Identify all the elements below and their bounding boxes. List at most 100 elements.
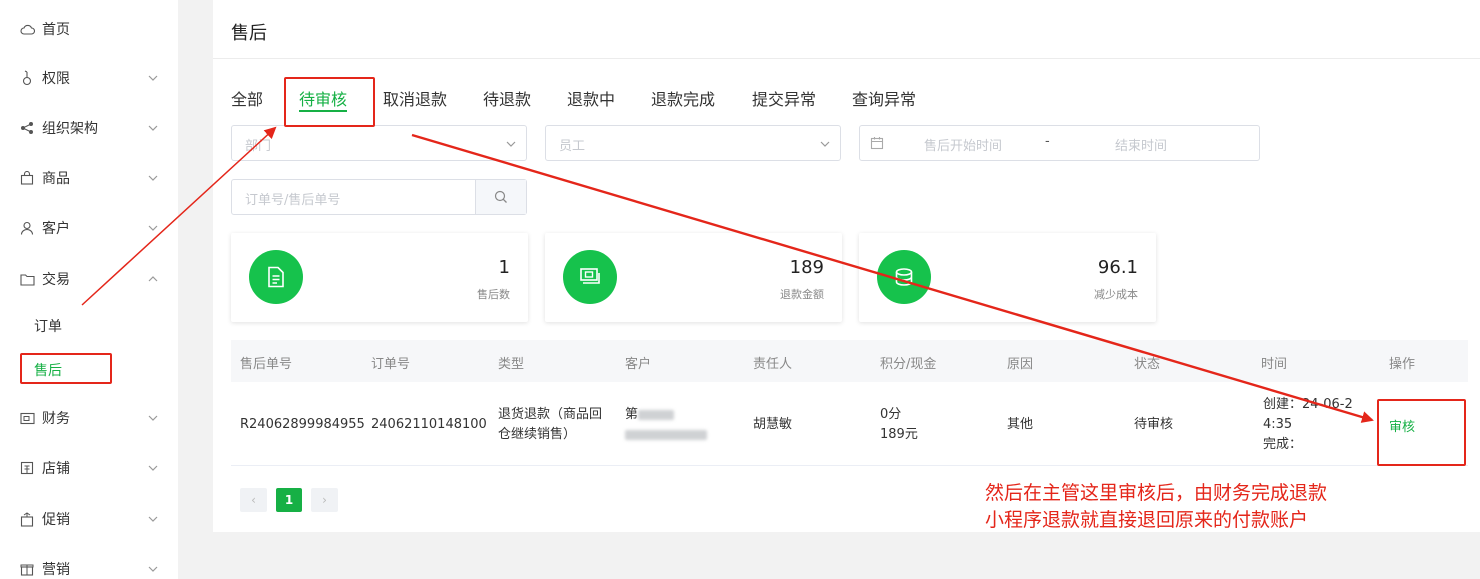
promo-icon <box>19 511 35 527</box>
sidebar-item-label: 营销 <box>42 562 70 578</box>
annotation-note: 然后在主管这里审核后，由财务完成退款 小程序退款就直接退回原来的付款账户 <box>985 480 1327 534</box>
sidebar-subitem-orders[interactable]: 订单 <box>34 316 62 336</box>
sidebar-item-permission[interactable]: 权限 <box>0 58 178 98</box>
sidebar-item-products[interactable]: 商品 <box>0 158 178 198</box>
cloud-icon <box>19 21 35 37</box>
date-end-input[interactable]: 结束时间 <box>1100 135 1182 154</box>
tab-refund-complete[interactable]: 退款完成 <box>651 86 715 110</box>
sidebar-item-label: 权限 <box>42 71 70 87</box>
column-header: 责任人 <box>753 357 793 372</box>
stat-card-refund-amount: 189 退款金额 <box>545 233 842 322</box>
sidebar-item-label: 客户 <box>42 221 70 237</box>
stat-value: 189 <box>789 257 824 278</box>
sidebar-item-promotion[interactable]: 促销 <box>0 499 178 539</box>
sidebar-item-marketing[interactable]: 营销 <box>0 549 178 579</box>
customer-name: 第 <box>625 405 675 425</box>
stat-label: 退款金额 <box>780 288 824 301</box>
chevron-down-icon <box>148 415 158 421</box>
key-icon <box>19 70 35 86</box>
stat-value: 1 <box>498 257 510 278</box>
sidebar-item-label: 促销 <box>42 512 70 528</box>
bag-icon <box>19 170 35 186</box>
column-header: 客户 <box>625 357 652 372</box>
date-start-input[interactable]: 售后开始时间 <box>922 135 1004 154</box>
main-panel: 售后 全部 待审核 取消退款 待退款 退款中 退款完成 提交异常 查询异常 部门… <box>213 0 1480 532</box>
sidebar-item-stores[interactable]: 店铺 <box>0 448 178 488</box>
chevron-down-icon <box>148 516 158 522</box>
annotation-box-review <box>1377 399 1466 466</box>
date-separator: - <box>1045 134 1050 149</box>
share-icon <box>19 120 35 136</box>
next-page-button[interactable]: › <box>311 488 338 512</box>
search-button[interactable] <box>475 180 526 214</box>
prev-page-button[interactable]: ‹ <box>240 488 267 512</box>
employee-select[interactable]: 员工 <box>545 125 841 161</box>
aftersale-number: R24062899984955 <box>240 417 365 432</box>
chevron-down-icon <box>506 141 516 147</box>
chevron-down-icon <box>148 225 158 231</box>
sidebar-item-trade[interactable]: 交易 <box>0 259 178 299</box>
owner-name: 胡慧敏 <box>753 417 793 432</box>
type-line2: 仓继续销售） <box>498 427 577 442</box>
chevron-down-icon <box>148 465 158 471</box>
column-header: 订单号 <box>371 357 411 372</box>
date-range-picker[interactable]: 售后开始时间 - 结束时间 <box>859 125 1260 161</box>
sidebar-item-label: 财务 <box>42 411 70 427</box>
column-header: 类型 <box>498 357 525 372</box>
sidebar-item-label: 商品 <box>42 171 70 187</box>
tab-all[interactable]: 全部 <box>231 86 263 110</box>
search-icon <box>494 190 507 203</box>
stat-value: 96.1 <box>1097 257 1138 278</box>
user-icon <box>19 220 35 236</box>
document-icon <box>249 250 303 304</box>
tab-query-error[interactable]: 查询异常 <box>852 86 916 110</box>
department-select[interactable]: 部门 <box>231 125 527 161</box>
sidebar: 首页 权限 组织架构 商品 客户 交易 订单 售后 财务 店铺 促销 营销 <box>0 0 178 579</box>
tab-pending-refund[interactable]: 待退款 <box>483 86 531 110</box>
department-select-placeholder: 部门 <box>245 139 272 154</box>
status-value: 待审核 <box>1134 417 1174 432</box>
tab-cancel-refund[interactable]: 取消退款 <box>383 86 447 110</box>
chevron-down-icon <box>148 125 158 131</box>
store-icon <box>19 460 35 476</box>
page-1-button[interactable]: 1 <box>276 488 302 512</box>
cash-value: 189元 <box>880 427 918 442</box>
type-line1: 退货退款（商品回 <box>498 407 603 422</box>
title-divider <box>213 58 1480 59</box>
money-icon <box>563 250 617 304</box>
column-header: 售后单号 <box>240 357 293 372</box>
sidebar-item-home[interactable]: 首页 <box>0 9 178 49</box>
order-number: 24062110148100 <box>371 417 487 432</box>
tab-submit-error[interactable]: 提交异常 <box>752 86 816 110</box>
time-created: 创建：24-06-2 <box>1263 397 1353 412</box>
sidebar-item-label: 首页 <box>42 22 70 38</box>
reason-value: 其他 <box>1007 417 1034 432</box>
folder-icon <box>19 271 35 287</box>
row-divider <box>231 465 1468 466</box>
stat-label: 减少成本 <box>1094 288 1138 301</box>
redacted-block <box>625 429 707 440</box>
sidebar-item-finance[interactable]: 财务 <box>0 398 178 438</box>
column-header: 状态 <box>1134 357 1161 372</box>
chevron-down-icon <box>148 566 158 572</box>
sidebar-item-label: 组织架构 <box>42 121 98 137</box>
time-completed: 完成： <box>1263 437 1303 452</box>
search-input[interactable]: 订单号/售后单号 <box>245 189 340 208</box>
stat-card-cost-reduced: 96.1 减少成本 <box>859 233 1156 322</box>
calendar-icon <box>870 137 884 150</box>
column-header: 操作 <box>1389 357 1416 372</box>
column-header: 积分/现金 <box>880 357 937 372</box>
customer-prefix: 第 <box>625 407 639 422</box>
chevron-up-icon <box>148 276 158 282</box>
coins-icon <box>877 250 931 304</box>
employee-select-placeholder: 员工 <box>559 139 586 154</box>
stat-label: 售后数 <box>477 288 510 301</box>
customer-phone <box>625 425 707 445</box>
tab-refunding[interactable]: 退款中 <box>567 86 615 110</box>
column-header: 原因 <box>1007 357 1034 372</box>
sidebar-item-customers[interactable]: 客户 <box>0 208 178 248</box>
stat-card-aftersale-count: 1 售后数 <box>231 233 528 322</box>
annotation-line2: 小程序退款就直接退回原来的付款账户 <box>985 509 1309 531</box>
sidebar-item-organization[interactable]: 组织架构 <box>0 108 178 148</box>
sidebar-item-label: 店铺 <box>42 461 70 477</box>
